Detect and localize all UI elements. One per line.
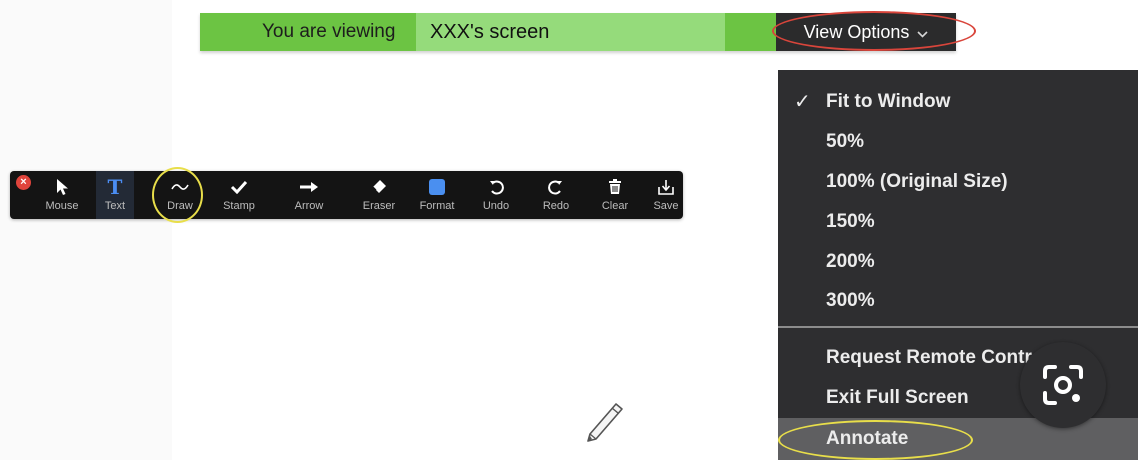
- undo-icon: [490, 180, 504, 195]
- shared-screen-background: [0, 0, 172, 460]
- tool-label: Draw: [167, 200, 193, 212]
- menu-item-300[interactable]: 300%: [778, 281, 1138, 321]
- sharer-name: XXX's screen: [416, 13, 725, 51]
- menu-item-label: 50%: [826, 131, 865, 152]
- tool-label: Undo: [482, 200, 510, 212]
- tool-label: Mouse: [45, 200, 79, 212]
- tool-label: Arrow: [294, 200, 324, 212]
- menu-item-label: 150%: [826, 211, 875, 232]
- pencil-cursor-icon: [587, 403, 623, 442]
- menu-item-label: Annotate: [826, 428, 909, 449]
- menu-item-label: Request Remote Control: [826, 347, 1049, 368]
- squiggle-icon: [171, 184, 189, 190]
- menu-item-label: 300%: [826, 290, 875, 311]
- menu-item-50[interactable]: 50%: [778, 122, 1138, 162]
- menu-item-annotate[interactable]: Annotate: [778, 418, 1138, 460]
- menu-item-label: 100% (Original Size): [826, 171, 1008, 192]
- menu-item-150[interactable]: 150%: [778, 202, 1138, 242]
- checkmark-icon: ✓: [794, 91, 811, 113]
- tool-undo[interactable]: Undo: [476, 171, 516, 219]
- menu-divider: [778, 326, 1138, 328]
- visual-search-button[interactable]: [1020, 342, 1106, 428]
- tool-arrow[interactable]: Arrow: [289, 171, 329, 219]
- tool-label: Redo: [542, 200, 570, 212]
- menu-item-label: Exit Full Screen: [826, 387, 969, 408]
- annotation-toolbar: × Mouse T Text Draw Stamp Arrow Eraser F…: [10, 171, 683, 219]
- tool-label: Text: [104, 200, 126, 212]
- arrow-right-icon: [300, 182, 318, 192]
- menu-item-fit-to-window[interactable]: ✓ Fit to Window: [778, 82, 1138, 122]
- close-icon[interactable]: ×: [16, 175, 31, 190]
- menu-item-100[interactable]: 100% (Original Size): [778, 162, 1138, 202]
- cursor-arrow-icon: [57, 179, 68, 195]
- tool-clear[interactable]: Clear: [595, 171, 635, 219]
- lens-icon: [1043, 365, 1083, 405]
- eraser-icon: [372, 180, 386, 193]
- checkmark-icon: [230, 180, 248, 194]
- view-options-label: View Options: [803, 22, 910, 42]
- tool-stamp[interactable]: Stamp: [219, 171, 259, 219]
- text-t-icon: T: [107, 175, 123, 199]
- tool-label: Save: [653, 200, 679, 212]
- tool-label: Clear: [601, 200, 629, 212]
- chevron-down-icon: [917, 15, 928, 53]
- viewing-prefix: You are viewing: [262, 21, 396, 42]
- tool-save[interactable]: Save: [653, 171, 679, 219]
- tool-eraser[interactable]: Eraser: [359, 171, 399, 219]
- save-tray-icon: [658, 180, 674, 195]
- tool-mouse[interactable]: Mouse: [42, 171, 82, 219]
- tool-text[interactable]: T Text: [96, 171, 134, 219]
- menu-item-label: Fit to Window: [826, 91, 951, 112]
- menu-item-200[interactable]: 200%: [778, 242, 1138, 282]
- tool-redo[interactable]: Redo: [536, 171, 576, 219]
- tool-label: Eraser: [362, 200, 396, 212]
- trash-icon: [609, 179, 621, 194]
- tool-label: Format: [419, 200, 455, 212]
- format-swatch-icon: [429, 179, 445, 195]
- menu-item-label: 200%: [826, 251, 875, 272]
- view-options-button[interactable]: View Options: [776, 13, 956, 51]
- tool-draw[interactable]: Draw: [160, 171, 200, 219]
- redo-icon: [548, 180, 562, 195]
- tool-label: Stamp: [223, 200, 255, 212]
- tool-format[interactable]: Format: [415, 171, 459, 219]
